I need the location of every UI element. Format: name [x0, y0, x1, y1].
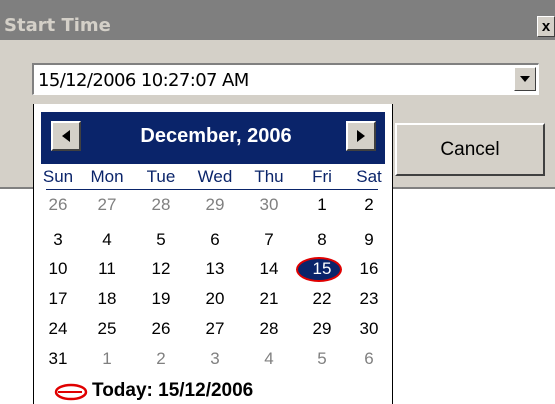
calendar-day[interactable]: 11	[87, 259, 127, 279]
dropdown-button[interactable]	[514, 67, 536, 91]
dialog-title: Start Time	[4, 15, 111, 36]
calendar-day[interactable]: 27	[87, 195, 127, 215]
chevron-down-icon	[520, 76, 530, 82]
weekday-label: Wed	[197, 167, 233, 186]
calendar-day[interactable]: 1	[302, 195, 342, 215]
calendar-day[interactable]: 17	[38, 289, 78, 309]
today-circle-icon	[54, 383, 88, 401]
calendar-day[interactable]: 30	[249, 195, 289, 215]
calendar-day[interactable]: 26	[38, 195, 78, 215]
weekday-label: Thu	[254, 167, 284, 186]
calendar-day[interactable]: 10	[38, 259, 78, 279]
today-label: Today: 15/12/2006	[92, 380, 254, 401]
calendar-day[interactable]: 26	[141, 319, 181, 339]
datetime-picker-field[interactable]: 15/12/2006 10:27:07 AM	[32, 63, 539, 95]
calendar-day[interactable]: 2	[141, 349, 181, 369]
calendar-day[interactable]: 18	[87, 289, 127, 309]
title-bar: Start Time x	[0, 0, 555, 40]
calendar-day[interactable]: 25	[87, 319, 127, 339]
datetime-value: 15/12/2006 10:27:07 AM	[38, 70, 249, 91]
calendar-day[interactable]: 27	[195, 319, 235, 339]
calendar-day[interactable]: 23	[349, 289, 389, 309]
calendar-day[interactable]: 9	[349, 230, 389, 250]
calendar-header: December, 2006	[41, 112, 385, 164]
calendar-day[interactable]: 21	[249, 289, 289, 309]
weekday-divider	[46, 189, 378, 190]
calendar-day[interactable]: 3	[38, 230, 78, 250]
next-month-button[interactable]	[346, 121, 376, 151]
calendar-day[interactable]: 29	[195, 195, 235, 215]
calendar-day[interactable]: 31	[38, 349, 78, 369]
calendar-popup: December, 2006 Sun Mon Tue Wed Thu Fri Sat 26 2…	[33, 104, 393, 404]
calendar-day[interactable]: 2	[349, 195, 389, 215]
month-year-title[interactable]: December, 2006	[101, 125, 331, 148]
calendar-day[interactable]: 5	[302, 349, 342, 369]
cancel-button[interactable]: Cancel	[395, 123, 545, 176]
weekday-label: Tue	[146, 167, 176, 186]
calendar-day[interactable]: 6	[195, 230, 235, 250]
calendar-day[interactable]: 30	[349, 319, 389, 339]
calendar-day[interactable]: 28	[141, 195, 181, 215]
calendar-day[interactable]: 22	[302, 289, 342, 309]
calendar-day[interactable]: 13	[195, 259, 235, 279]
calendar-day[interactable]: 7	[249, 230, 289, 250]
calendar-day[interactable]: 15	[302, 259, 342, 279]
arrow-left-icon	[62, 130, 70, 142]
calendar-day[interactable]: 4	[87, 230, 127, 250]
calendar-day[interactable]: 12	[141, 259, 181, 279]
calendar-day[interactable]: 19	[141, 289, 181, 309]
calendar-day[interactable]: 29	[302, 319, 342, 339]
calendar-day[interactable]: 1	[87, 349, 127, 369]
weekday-label: Fri	[312, 167, 332, 186]
calendar-day[interactable]: 6	[349, 349, 389, 369]
calendar-day[interactable]: 14	[249, 259, 289, 279]
close-icon: x	[541, 18, 551, 35]
calendar-day[interactable]: 20	[195, 289, 235, 309]
prev-month-button[interactable]	[51, 121, 81, 151]
calendar-day[interactable]: 16	[349, 259, 389, 279]
calendar-day[interactable]: 5	[141, 230, 181, 250]
close-button[interactable]: x	[537, 16, 555, 37]
calendar-day[interactable]: 24	[38, 319, 78, 339]
arrow-right-icon	[357, 130, 365, 142]
calendar-day[interactable]: 3	[195, 349, 235, 369]
calendar-day[interactable]: 8	[302, 230, 342, 250]
weekday-label: Sun	[42, 167, 74, 186]
weekday-label: Mon	[90, 167, 124, 186]
calendar-day[interactable]: 4	[249, 349, 289, 369]
weekday-label: Sat	[356, 167, 382, 186]
calendar-day[interactable]: 28	[249, 319, 289, 339]
